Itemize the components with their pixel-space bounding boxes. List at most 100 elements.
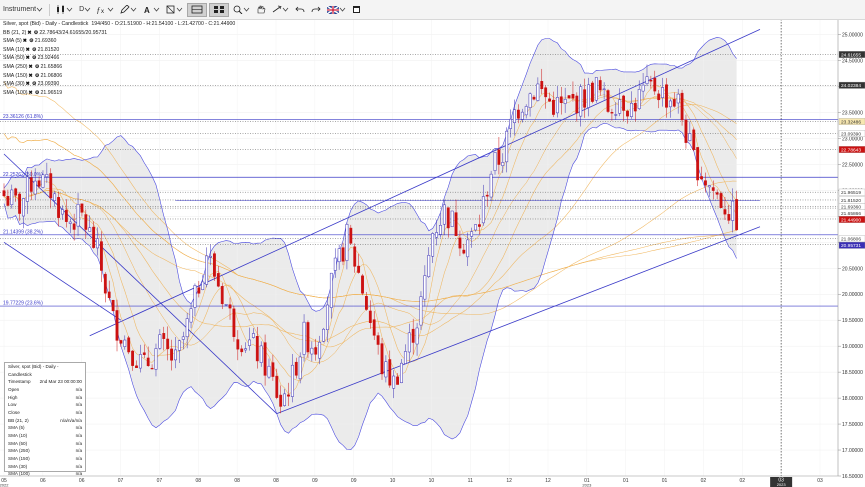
fullscreen-button[interactable] bbox=[349, 2, 365, 17]
layout-single-button[interactable] bbox=[187, 2, 208, 17]
candle[interactable] bbox=[419, 291, 423, 331]
data-window-row: Open n/a bbox=[5, 386, 85, 394]
close-icon[interactable]: ✖ bbox=[26, 46, 30, 55]
candle-body bbox=[240, 348, 244, 353]
close-icon[interactable]: ✖ bbox=[23, 37, 27, 46]
indicator-row[interactable]: SMA (10) ✖ ⚙ 21.81520 bbox=[3, 46, 235, 55]
shapes-button[interactable] bbox=[163, 2, 186, 17]
text-tool-button[interactable]: A bbox=[140, 2, 163, 17]
candle[interactable] bbox=[489, 170, 493, 202]
candle[interactable] bbox=[298, 352, 302, 384]
x-tick-label: 08 bbox=[196, 478, 202, 484]
candle[interactable] bbox=[127, 335, 131, 355]
candle-body bbox=[653, 77, 657, 92]
instrument-selector[interactable]: Instrument bbox=[0, 2, 46, 17]
candle[interactable] bbox=[719, 191, 723, 209]
candle-body bbox=[629, 102, 633, 117]
chevron-down-icon bbox=[176, 7, 183, 12]
data-window-label: SMA (30) bbox=[8, 463, 28, 469]
x-tick-label: 03 bbox=[817, 478, 823, 484]
candle[interactable] bbox=[450, 210, 454, 227]
close-icon[interactable]: ✖ bbox=[27, 29, 31, 38]
close-icon[interactable]: ✖ bbox=[26, 54, 30, 63]
settings-icon[interactable]: ⚙ bbox=[34, 29, 39, 38]
chart-type-button[interactable] bbox=[53, 2, 76, 17]
data-window-row: SMA (10) n/a bbox=[5, 432, 85, 440]
indicator-row[interactable]: SMA (100) ✖ ⚙ 21.96519 bbox=[3, 89, 235, 98]
candle-body bbox=[614, 114, 618, 116]
candle-body bbox=[707, 185, 711, 188]
candle-body bbox=[606, 90, 610, 112]
zoom-button[interactable] bbox=[230, 2, 253, 17]
candle-body bbox=[411, 328, 415, 343]
candle-body bbox=[209, 255, 212, 258]
candle[interactable] bbox=[322, 327, 325, 343]
candle[interactable] bbox=[591, 80, 594, 104]
close-icon[interactable]: ✖ bbox=[29, 89, 33, 98]
settings-icon[interactable]: ⚙ bbox=[32, 80, 37, 89]
x-tick-label: 07 bbox=[118, 478, 124, 484]
data-window-label: Open bbox=[8, 386, 20, 392]
redo-button[interactable] bbox=[308, 2, 324, 17]
candle[interactable] bbox=[232, 305, 236, 342]
draw-line-button[interactable] bbox=[269, 2, 292, 17]
settings-icon[interactable]: ⚙ bbox=[32, 46, 37, 55]
indicators-button[interactable]: fx bbox=[94, 2, 117, 17]
settings-icon[interactable]: ⚙ bbox=[35, 89, 40, 98]
candle[interactable] bbox=[111, 299, 115, 312]
candle[interactable] bbox=[692, 127, 696, 152]
candle-body bbox=[388, 359, 392, 386]
settings-icon[interactable]: ⚙ bbox=[29, 37, 34, 46]
x-tick-sublabel: 2022 bbox=[0, 483, 9, 487]
settings-icon[interactable]: ⚙ bbox=[35, 63, 40, 72]
indicator-row[interactable]: SMA (5) ✖ ⚙ 21.69360 bbox=[3, 37, 235, 46]
candle-body bbox=[528, 93, 532, 108]
data-window-label: SMA (10) bbox=[8, 432, 28, 438]
settings-icon[interactable]: ⚙ bbox=[35, 72, 40, 81]
data-window-row: SMA (50) n/a bbox=[5, 440, 85, 448]
candle-body bbox=[353, 246, 357, 267]
candle-body bbox=[711, 187, 715, 191]
candle[interactable] bbox=[606, 88, 610, 114]
layout-grid-button[interactable] bbox=[209, 2, 230, 17]
candle[interactable] bbox=[361, 273, 364, 296]
candle-body bbox=[174, 349, 177, 361]
indicator-row[interactable]: SMA (250) ✖ ⚙ 21.65866 bbox=[3, 63, 235, 72]
candle-body bbox=[544, 87, 548, 98]
fib-label: 19.77229 (23.6%) bbox=[3, 301, 43, 307]
y-tick-label: 17.50000 bbox=[842, 422, 863, 428]
candle[interactable] bbox=[594, 77, 598, 103]
settings-icon[interactable]: ⚙ bbox=[32, 54, 37, 63]
indicator-row[interactable]: SMA (30) ✖ ⚙ 23.09390 bbox=[3, 80, 235, 89]
y-tick-label: 19.50000 bbox=[842, 318, 863, 324]
indicator-row[interactable]: SMA (150) ✖ ⚙ 21.06806 bbox=[3, 72, 235, 81]
close-icon[interactable]: ✖ bbox=[29, 72, 33, 81]
candle-body bbox=[446, 207, 450, 229]
drawing-tools-button[interactable] bbox=[117, 2, 140, 17]
close-icon[interactable]: ✖ bbox=[29, 63, 33, 72]
candle[interactable] bbox=[349, 224, 353, 245]
undo-button[interactable] bbox=[292, 2, 308, 17]
candle-body bbox=[696, 147, 700, 181]
hand-tool-button[interactable] bbox=[253, 2, 269, 17]
trendline-arrow-icon bbox=[272, 5, 282, 13]
data-window-value: n/a/n/a/n/a bbox=[60, 417, 82, 423]
chevron-down-icon bbox=[130, 7, 137, 12]
candle-body bbox=[478, 224, 481, 227]
candle-body bbox=[135, 365, 138, 368]
candle-body bbox=[248, 339, 251, 346]
candle[interactable] bbox=[213, 251, 216, 281]
close-icon[interactable]: ✖ bbox=[26, 80, 30, 89]
indicator-row[interactable]: SMA (50) ✖ ⚙ 23.92466 bbox=[3, 54, 235, 63]
candle-body bbox=[532, 96, 536, 100]
candle[interactable] bbox=[380, 338, 384, 380]
language-selector[interactable] bbox=[324, 2, 349, 17]
indicator-row[interactable]: BB (21, 2) ✖ ⚙ 22.78643/24.61655/20.95731 bbox=[3, 29, 235, 38]
data-window: Silver, spot (Bid) - Daily - Candlestick… bbox=[4, 362, 86, 476]
toolbar-separator bbox=[49, 3, 51, 16]
y-tick-label: 24.50000 bbox=[842, 59, 863, 65]
candle-body bbox=[302, 321, 306, 355]
timeframe-selector[interactable]: D bbox=[76, 2, 94, 17]
candle-body bbox=[170, 348, 173, 361]
candle-body bbox=[415, 327, 419, 345]
